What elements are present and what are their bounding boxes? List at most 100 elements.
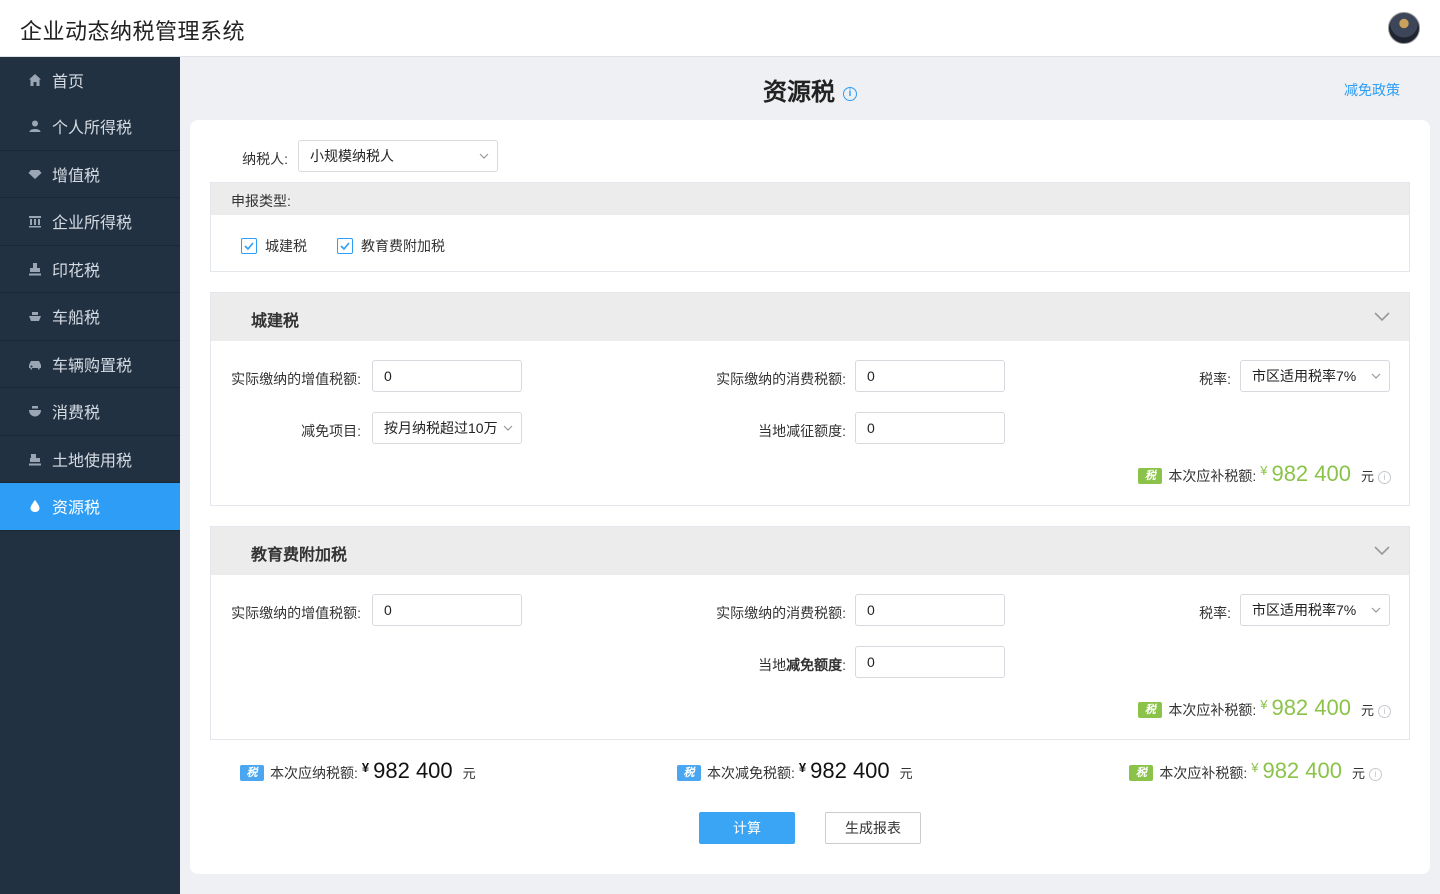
education-supplement-amount: 税 本次应补税额: ¥ 982 400 元 i (1138, 695, 1391, 721)
education-tax-header: 教育费附加税 (211, 527, 1409, 575)
sidebar-item-label: 企业所得税 (52, 215, 133, 233)
sidebar-item-label: 消费税 (52, 405, 101, 423)
sidebar-item-corporate-income-tax[interactable]: 企业所得税 (0, 198, 180, 246)
tax-badge-icon: 税 (677, 765, 701, 781)
summary-label: 本次应补税额: (1159, 765, 1248, 781)
sidebar-item-vehicle-purchase-tax[interactable]: 车辆购置税 (0, 341, 180, 388)
chevron-down-icon (1371, 607, 1381, 613)
summary-amount-value: 982 400 (1262, 758, 1342, 783)
total-supplement-amount: 税 本次应补税额: ¥ 982 400 元 i (1129, 758, 1382, 784)
sidebar-item-label: 土地使用税 (52, 452, 133, 470)
water-drop-icon (28, 499, 42, 513)
chevron-down-icon (1371, 373, 1381, 379)
currency-unit: 元 (1360, 703, 1374, 718)
local-reduction-input[interactable]: 0 (855, 412, 1005, 444)
home-icon (28, 73, 42, 87)
generate-report-button[interactable]: 生成报表 (825, 812, 921, 844)
local-label-normal: 当地 (758, 657, 787, 673)
supplement-label: 本次应补税额: (1168, 702, 1257, 718)
avatar[interactable] (1388, 12, 1420, 44)
info-icon[interactable]: i (843, 86, 857, 101)
sidebar-item-label: 车船税 (52, 310, 101, 328)
chevron-down-icon[interactable] (1373, 545, 1391, 557)
urban-tax-panel: 城建税 实际缴纳的增值税额: 0 实际缴纳的消费税额: 0 税率: 市区适用税率… (210, 292, 1410, 506)
urban-supplement-amount: 税 本次应补税额: ¥ 982 400 元 i (1138, 461, 1391, 487)
chevron-down-icon[interactable] (1373, 311, 1391, 323)
checkbox-label: 教育费附加税 (361, 238, 445, 254)
local-exemption-label: 当地减免额度: (691, 655, 846, 675)
report-type-panel: 申报类型: 城建税 教育费附加税 (210, 182, 1410, 272)
sidebar-item-consumption-tax[interactable]: 消费税 (0, 388, 180, 436)
currency-symbol: ¥ (1251, 760, 1259, 775)
checkbox-urban-tax[interactable]: 城建税 (241, 236, 307, 256)
info-icon[interactable]: i (1369, 768, 1382, 781)
tax-badge-icon: 税 (1138, 468, 1163, 484)
currency-unit: 元 (1360, 469, 1374, 484)
car-icon (28, 357, 42, 371)
summary-label: 本次减免税额: (707, 765, 795, 781)
consumption-paid-input[interactable]: 0 (855, 594, 1005, 626)
checkbox-education-tax[interactable]: 教育费附加税 (337, 236, 445, 256)
education-tax-panel: 教育费附加税 实际缴纳的增值税额: 0 实际缴纳的消费税额: 0 税率: 市区适… (210, 526, 1410, 740)
exemption-item-select-value: 按月纳税超过10万 (384, 420, 498, 436)
taxpayer-label: 纳税人: (242, 151, 288, 167)
main-card: 纳税人: 小规模纳税人 申报类型: 城建税 教育费附加税 城建税 实际缴纳的增值… (190, 120, 1430, 874)
vat-paid-label: 实际缴纳的增值税额: (231, 371, 361, 387)
policy-link[interactable]: 减免政策 (1344, 80, 1400, 100)
vat-paid-label: 实际缴纳的增值税额: (231, 605, 361, 621)
vat-paid-input[interactable]: 0 (372, 360, 522, 392)
checkbox-checked-icon (241, 238, 257, 254)
summary-amount-value: 982 400 (810, 758, 890, 783)
bowl-icon (28, 404, 42, 418)
building-icon (28, 214, 42, 228)
checkbox-checked-icon (337, 238, 353, 254)
info-icon[interactable]: i (1378, 471, 1391, 484)
supplement-amount-value: 982 400 (1271, 461, 1351, 486)
supplement-label: 本次应补税额: (1168, 468, 1257, 484)
sidebar-item-vehicle-vessel-tax[interactable]: 车船税 (0, 293, 180, 341)
sidebar-item-label: 个人所得税 (52, 120, 133, 138)
currency-unit: 元 (899, 766, 913, 781)
sidebar-item-label: 车辆购置税 (52, 357, 133, 375)
sidebar-item-vat[interactable]: 增值税 (0, 151, 180, 198)
report-type-header: 申报类型: (211, 183, 1409, 215)
tax-rate-select-value: 市区适用税率7% (1252, 602, 1357, 618)
calculate-button[interactable]: 计算 (699, 812, 795, 844)
tax-badge-icon: 税 (1129, 765, 1154, 781)
stamp-icon (28, 262, 42, 276)
sidebar-item-label: 资源税 (52, 500, 101, 518)
urban-tax-header: 城建税 (211, 293, 1409, 341)
currency-symbol: ¥ (361, 760, 370, 775)
total-payable-amount: 税 本次应纳税额: ¥ 982 400 元 (240, 758, 476, 784)
sidebar-item-personal-income-tax[interactable]: 个人所得税 (0, 103, 180, 151)
sidebar-item-label: 印花税 (52, 262, 101, 280)
supplement-amount-value: 982 400 (1271, 695, 1351, 720)
section-title: 城建税 (251, 313, 300, 330)
section-title: 教育费附加税 (251, 547, 348, 564)
tax-badge-icon: 税 (240, 765, 264, 781)
summary-label: 本次应纳税额: (270, 765, 358, 781)
tax-rate-select-value: 市区适用税率7% (1252, 368, 1357, 384)
local-exemption-input[interactable]: 0 (855, 646, 1005, 678)
tax-badge-icon: 税 (1138, 702, 1163, 718)
sidebar: 首页 个人所得税 增值税 企业所得税 印花税 车船税 车辆购置税 消费税 土地使… (0, 57, 180, 894)
tax-rate-select[interactable]: 市区适用税率7% (1240, 594, 1390, 626)
sidebar-item-home[interactable]: 首页 (0, 57, 180, 103)
taxpayer-select[interactable]: 小规模纳税人 (298, 140, 498, 172)
sidebar-item-stamp-tax[interactable]: 印花税 (0, 246, 180, 293)
user-icon (28, 119, 42, 133)
sidebar-item-land-use-tax[interactable]: 土地使用税 (0, 436, 180, 483)
diamond-icon (28, 167, 42, 181)
vat-paid-input[interactable]: 0 (372, 594, 522, 626)
sidebar-item-resource-tax[interactable]: 资源税 (0, 483, 180, 531)
tax-rate-select[interactable]: 市区适用税率7% (1240, 360, 1390, 392)
local-label-bold: 减免额度 (786, 657, 843, 673)
summary-amount-value: 982 400 (373, 758, 453, 783)
page-title-row: 资源税 i (180, 72, 1440, 107)
info-icon[interactable]: i (1378, 705, 1391, 718)
exemption-item-select[interactable]: 按月纳税超过10万 (372, 412, 522, 444)
currency-symbol: ¥ (1260, 697, 1268, 712)
chevron-down-icon (503, 425, 513, 431)
consumption-paid-input[interactable]: 0 (855, 360, 1005, 392)
consumption-paid-label: 实际缴纳的消费税额: (716, 605, 846, 621)
